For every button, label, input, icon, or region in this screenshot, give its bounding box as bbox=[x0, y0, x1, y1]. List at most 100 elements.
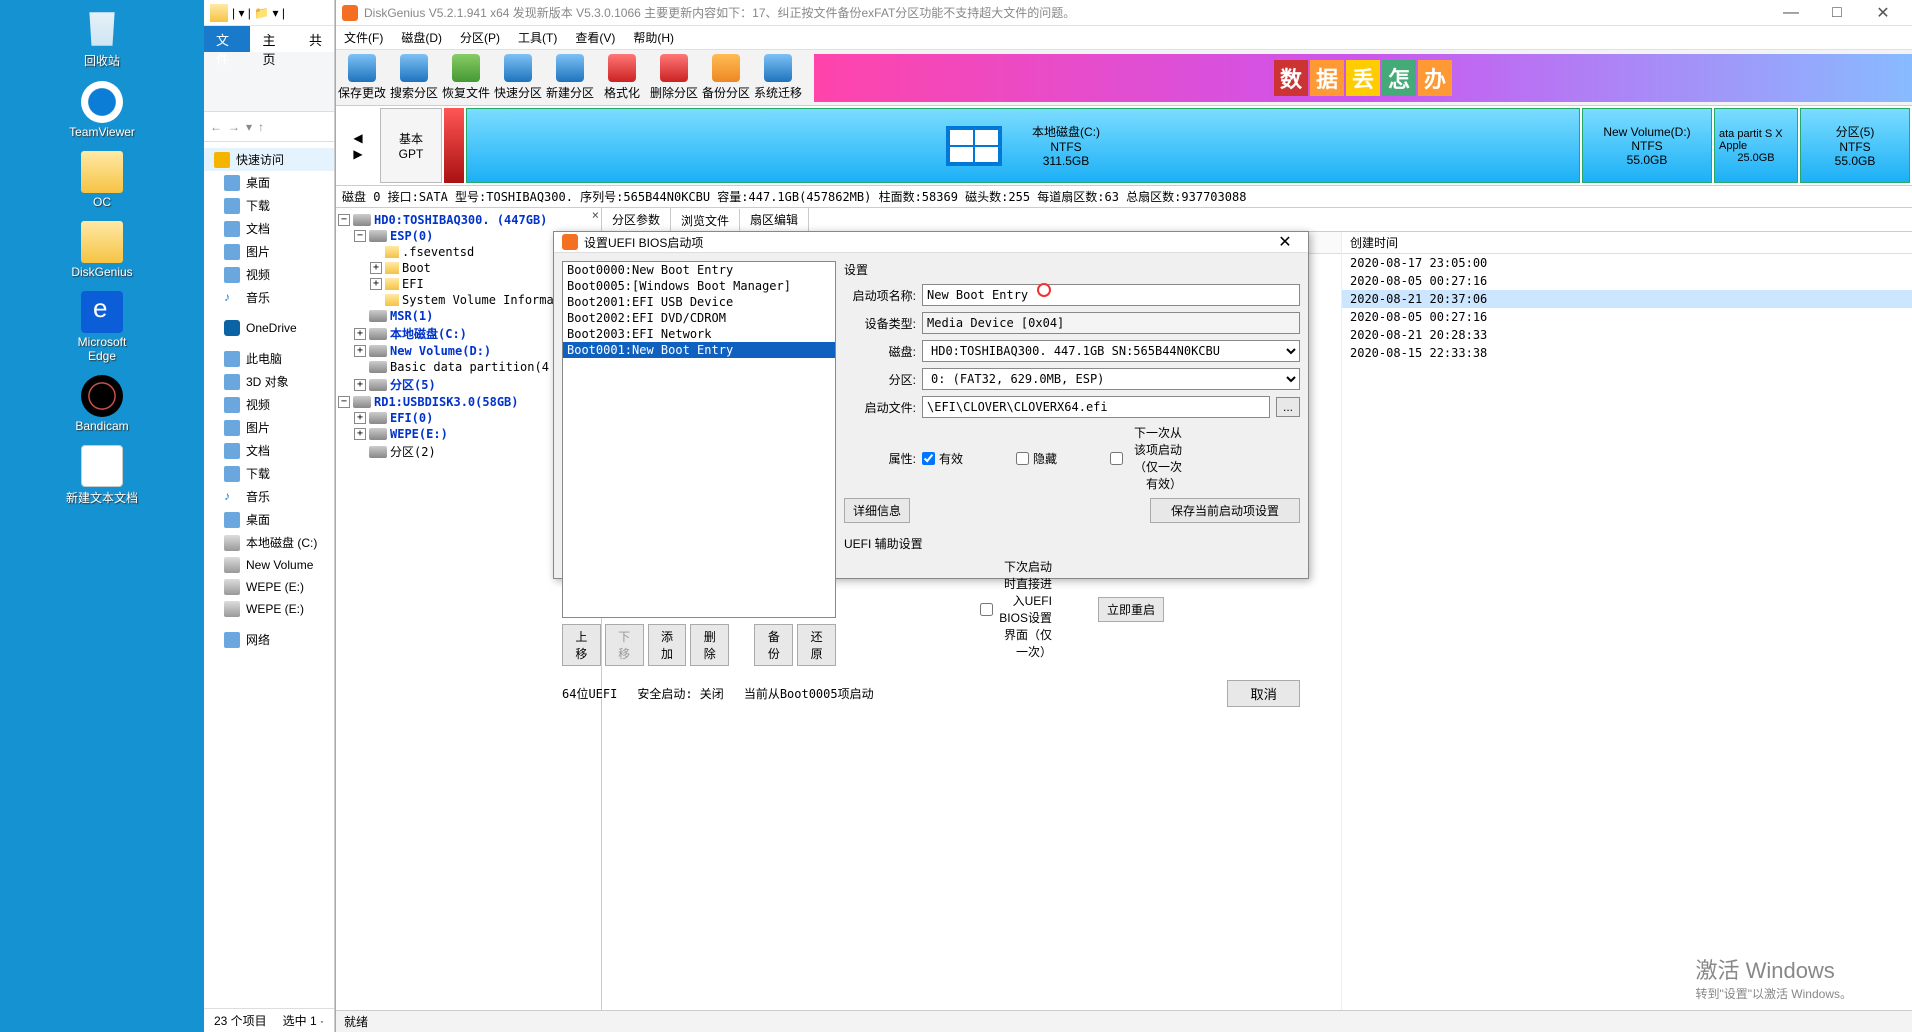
desktop-icon-oc[interactable]: OC bbox=[64, 151, 140, 209]
menu-disk[interactable]: 磁盘(D) bbox=[393, 27, 450, 48]
cancel-button[interactable]: 取消 bbox=[1227, 680, 1300, 707]
nav-desktop[interactable]: 桌面 bbox=[204, 171, 334, 194]
desktop-icon-newtext[interactable]: 新建文本文档 bbox=[64, 445, 140, 506]
nav-newvol[interactable]: New Volume bbox=[204, 554, 334, 576]
file-time-row[interactable]: 2020-08-17 23:05:00 bbox=[1342, 254, 1912, 272]
chk-valid[interactable]: 有效 bbox=[922, 450, 994, 467]
tab-browse-files[interactable]: 浏览文件 bbox=[671, 209, 740, 232]
prev-disk-button[interactable]: ◀ bbox=[353, 131, 362, 145]
close-button[interactable]: ✕ bbox=[1860, 3, 1906, 23]
tool-recover[interactable]: 恢复文件 bbox=[440, 54, 492, 101]
boot-entry[interactable]: Boot0000:New Boot Entry bbox=[563, 262, 835, 278]
nav-pictures[interactable]: 图片 bbox=[204, 240, 334, 263]
reboot-now-button[interactable]: 立即重启 bbox=[1098, 597, 1164, 622]
nav-network[interactable]: 网络 bbox=[204, 628, 334, 651]
desktop-icon-bandicam[interactable]: Bandicam bbox=[64, 375, 140, 433]
desktop-icon-teamviewer[interactable]: TeamViewer bbox=[64, 81, 140, 139]
tool-save[interactable]: 保存更改 bbox=[336, 54, 388, 101]
disk-select[interactable]: HD0:TOSHIBAQ300. 447.1GB SN:565B44N0KCBU bbox=[922, 340, 1300, 362]
menu-view[interactable]: 查看(V) bbox=[567, 27, 623, 48]
partition-5[interactable]: 分区(5)NTFS55.0GB bbox=[1800, 108, 1910, 183]
tool-delpart[interactable]: 删除分区 bbox=[648, 54, 700, 101]
nav-quick-access[interactable]: 快速访问 bbox=[204, 148, 334, 171]
minimize-button[interactable]: — bbox=[1768, 4, 1814, 22]
tab-share[interactable]: 共 bbox=[297, 26, 334, 52]
boot-entry[interactable]: Boot2002:EFI DVD/CDROM bbox=[563, 310, 835, 326]
tab-parameters[interactable]: 分区参数 bbox=[602, 208, 671, 231]
menu-help[interactable]: 帮助(H) bbox=[625, 27, 682, 48]
maximize-button[interactable]: □ bbox=[1814, 4, 1860, 22]
boot-entry-list[interactable]: Boot0000:New Boot Entry Boot0005:[Window… bbox=[562, 261, 836, 618]
delete-button[interactable]: 删除 bbox=[690, 624, 729, 666]
tree-hd0[interactable]: −HD0:TOSHIBAQ300. (447GB) bbox=[338, 212, 599, 228]
dg-banner-ad[interactable]: 数据丢怎办 bbox=[814, 54, 1912, 102]
nav-wepe1[interactable]: WEPE (E:) bbox=[204, 576, 334, 598]
partition-d[interactable]: New Volume(D:)NTFS55.0GB bbox=[1582, 108, 1712, 183]
dialog-close-button[interactable]: ✕ bbox=[1270, 232, 1300, 252]
tool-newpart[interactable]: 新建分区 bbox=[544, 54, 596, 101]
chk-enter-bios[interactable]: 下次启动时直接进入UEFI BIOS设置界面（仅一次） bbox=[980, 558, 1052, 660]
dialog-titlebar[interactable]: 设置UEFI BIOS启动项 ✕ bbox=[554, 232, 1308, 253]
nav-downloads2[interactable]: 下载 bbox=[204, 462, 334, 485]
nav-cdrive[interactable]: 本地磁盘 (C:) bbox=[204, 531, 334, 554]
col-hdr-time[interactable]: 创建时间 bbox=[1342, 232, 1912, 254]
nav-3d[interactable]: 3D 对象 bbox=[204, 370, 334, 393]
back-button[interactable]: ← bbox=[210, 120, 222, 134]
tool-migrate[interactable]: 系统迁移 bbox=[752, 54, 804, 101]
nav-documents2[interactable]: 文档 bbox=[204, 439, 334, 462]
file-time-row[interactable]: 2020-08-15 22:33:38 bbox=[1342, 344, 1912, 362]
partition-apple[interactable]: ata partit S X Apple25.0GB bbox=[1714, 108, 1798, 183]
nav-wepe2[interactable]: WEPE (E:) bbox=[204, 598, 334, 620]
detail-button[interactable]: 详细信息 bbox=[844, 498, 910, 523]
nav-onedrive[interactable]: OneDrive bbox=[204, 317, 334, 339]
next-disk-button[interactable]: ▶ bbox=[353, 147, 362, 161]
nav-music[interactable]: ♪音乐 bbox=[204, 286, 334, 309]
partition-c[interactable]: 本地磁盘(C:) NTFS 311.5GB bbox=[466, 108, 1580, 183]
desktop-icon-edge[interactable]: Microsoft Edge bbox=[64, 291, 140, 363]
nav-thispc[interactable]: 此电脑 bbox=[204, 347, 334, 370]
tool-backup[interactable]: 备份分区 bbox=[700, 54, 752, 101]
partition-select[interactable]: 0: (FAT32, 629.0MB, ESP) bbox=[922, 368, 1300, 390]
tool-format[interactable]: 格式化 bbox=[596, 54, 648, 101]
tab-sector-edit[interactable]: 扇区编辑 bbox=[740, 208, 809, 231]
desktop-icon-diskgenius[interactable]: DiskGenius bbox=[64, 221, 140, 279]
move-down-button[interactable]: 下移 bbox=[605, 624, 644, 666]
menu-file[interactable]: 文件(F) bbox=[336, 27, 391, 48]
explorer-titlebar[interactable]: | ▾ | 📁 ▾ | bbox=[204, 0, 334, 26]
add-button[interactable]: 添加 bbox=[648, 624, 687, 666]
tool-search[interactable]: 搜索分区 bbox=[388, 54, 440, 101]
nav-documents[interactable]: 文档 bbox=[204, 217, 334, 240]
nav-desktop2[interactable]: 桌面 bbox=[204, 508, 334, 531]
chk-hidden[interactable]: 隐藏 bbox=[1016, 450, 1088, 467]
tool-quickpart[interactable]: 快速分区 bbox=[492, 54, 544, 101]
file-time-row[interactable]: 2020-08-21 20:28:33 bbox=[1342, 326, 1912, 344]
file-time-row[interactable]: 2020-08-21 20:37:06 bbox=[1342, 290, 1912, 308]
disk-scheme[interactable]: 基本GPT bbox=[380, 108, 442, 183]
backup-button[interactable]: 备份 bbox=[754, 624, 793, 666]
boot-entry[interactable]: Boot0005:[Windows Boot Manager] bbox=[563, 278, 835, 294]
boot-entry[interactable]: Boot2003:EFI Network bbox=[563, 326, 835, 342]
tab-home[interactable]: 主页 bbox=[250, 26, 296, 52]
file-time-row[interactable]: 2020-08-05 00:27:16 bbox=[1342, 272, 1912, 290]
boot-name-input[interactable] bbox=[922, 284, 1300, 306]
move-up-button[interactable]: 上移 bbox=[562, 624, 601, 666]
restore-button[interactable]: 还原 bbox=[797, 624, 836, 666]
desktop-icon-recycle[interactable]: 回收站 bbox=[64, 8, 140, 69]
file-time-row[interactable]: 2020-08-05 00:27:16 bbox=[1342, 308, 1912, 326]
browse-button[interactable]: ... bbox=[1276, 397, 1300, 417]
boot-entry-selected[interactable]: Boot0001:New Boot Entry bbox=[563, 342, 835, 358]
tree-close-button[interactable]: × bbox=[592, 208, 599, 222]
nav-pictures2[interactable]: 图片 bbox=[204, 416, 334, 439]
save-boot-button[interactable]: 保存当前启动项设置 bbox=[1150, 498, 1300, 523]
nav-music2[interactable]: ♪音乐 bbox=[204, 485, 334, 508]
nav-videos2[interactable]: 视频 bbox=[204, 393, 334, 416]
nav-videos[interactable]: 视频 bbox=[204, 263, 334, 286]
menu-partition[interactable]: 分区(P) bbox=[452, 27, 508, 48]
menu-tools[interactable]: 工具(T) bbox=[510, 27, 565, 48]
boot-entry[interactable]: Boot2001:EFI USB Device bbox=[563, 294, 835, 310]
tab-file[interactable]: 文件 bbox=[204, 26, 250, 52]
forward-button[interactable]: → bbox=[228, 120, 240, 134]
chk-once[interactable]: 下一次从该项启动（仅一次有效） bbox=[1110, 424, 1182, 492]
up-button[interactable]: ↑ bbox=[258, 120, 264, 134]
nav-downloads[interactable]: 下载 bbox=[204, 194, 334, 217]
